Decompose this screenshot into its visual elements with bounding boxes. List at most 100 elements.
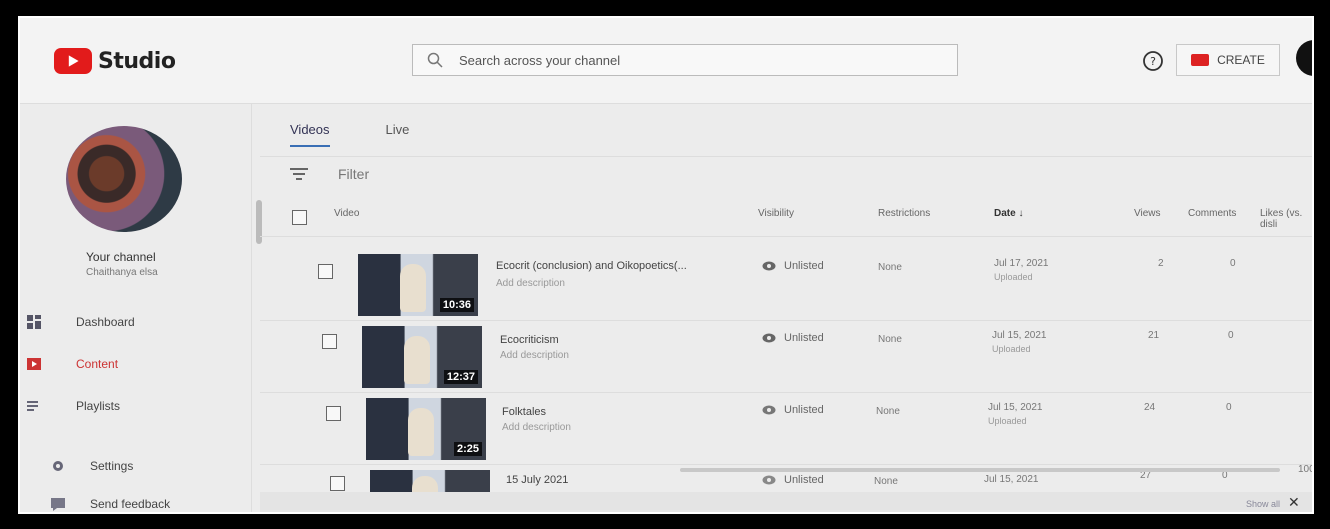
thumbnail-subject <box>412 476 438 492</box>
studio-logo[interactable]: Studio <box>54 48 176 74</box>
video-title[interactable]: Ecocrit (conclusion) and Oikopoetics(... <box>496 260 687 272</box>
video-camera-icon <box>1191 54 1210 66</box>
filter-bar[interactable]: Filter <box>290 166 369 182</box>
restrictions-cell: None <box>874 476 898 487</box>
comments-cell: 0 <box>1226 402 1232 413</box>
account-avatar[interactable] <box>1296 40 1312 76</box>
row-checkbox[interactable] <box>322 334 337 349</box>
date-header-label: Date <box>994 208 1016 219</box>
visibility-cell[interactable]: Unlisted <box>762 332 824 344</box>
sidebar-item-dashboard[interactable]: Dashboard <box>26 314 135 330</box>
create-label: CREATE <box>1217 53 1265 67</box>
playlists-icon <box>27 401 38 411</box>
visibility-cell[interactable]: Unlisted <box>762 404 824 416</box>
search-icon <box>427 52 443 68</box>
eye-icon <box>762 475 776 485</box>
header-divider <box>260 236 1312 237</box>
video-thumbnail[interactable]: 10:36 <box>358 254 478 316</box>
restrictions-cell: None <box>878 334 902 345</box>
video-duration: 10:36 <box>439 298 474 312</box>
row-checkbox[interactable] <box>326 406 341 421</box>
content-panel: Videos Live Filter Video Visibility Rest… <box>260 104 1314 512</box>
settings-icon <box>53 461 63 471</box>
column-header-views[interactable]: Views <box>1134 208 1161 228</box>
row-checkbox[interactable] <box>318 264 333 279</box>
visibility-label: Unlisted <box>784 260 824 272</box>
video-title[interactable]: 15 July 2021 <box>506 474 568 486</box>
help-icon[interactable]: ? <box>1142 50 1164 72</box>
date-cell: Jul 15, 2021 <box>992 330 1047 341</box>
date-cell: Jul 17, 2021 <box>994 258 1049 269</box>
thumbnail-subject <box>408 408 434 456</box>
channel-avatar[interactable] <box>66 126 182 232</box>
column-header-date[interactable]: Date ↓ <box>994 208 1023 228</box>
views-cell: 2 <box>1158 258 1164 269</box>
visibility-cell[interactable]: Unlisted <box>762 260 824 272</box>
video-thumbnail[interactable] <box>370 470 490 492</box>
column-header-visibility[interactable]: Visibility <box>758 208 794 228</box>
video-description[interactable]: Add description <box>502 422 571 433</box>
video-description[interactable]: Add description <box>496 278 565 289</box>
column-header-video[interactable]: Video <box>334 208 359 228</box>
upload-status: Uploaded <box>988 416 1027 426</box>
sidebar-item-send-feedback[interactable]: Send feedback <box>50 496 170 512</box>
tab-live[interactable]: Live <box>386 122 410 147</box>
top-app-bar: Studio Search across your channel ? CREA… <box>20 18 1312 104</box>
video-title[interactable]: Ecocriticism <box>500 334 559 346</box>
show-all-link[interactable]: Show all <box>1246 499 1280 509</box>
horizontal-scrollbar[interactable] <box>680 468 1280 472</box>
visibility-label: Unlisted <box>784 404 824 416</box>
your-channel-label: Your channel <box>86 250 156 264</box>
sidebar-item-label: Settings <box>90 459 134 473</box>
eye-icon <box>762 405 776 415</box>
sidebar-item-label: Dashboard <box>76 315 135 329</box>
snackbar <box>260 492 1312 512</box>
search-input[interactable]: Search across your channel <box>412 44 958 76</box>
video-duration: 2:25 <box>453 442 482 456</box>
sidebar-item-playlists[interactable]: Playlists <box>26 398 120 414</box>
visibility-label: Unlisted <box>784 332 824 344</box>
restrictions-cell: None <box>878 262 902 273</box>
visibility-label: Unlisted <box>784 474 824 486</box>
create-button[interactable]: CREATE <box>1176 44 1280 76</box>
select-all-checkbox[interactable] <box>292 210 307 225</box>
close-icon[interactable]: ✕ <box>1288 494 1300 511</box>
column-header-restrictions[interactable]: Restrictions <box>878 208 930 228</box>
thumbnail-subject <box>404 336 430 384</box>
upload-status: Uploaded <box>992 344 1031 354</box>
row-divider <box>260 320 1312 321</box>
sidebar-item-content[interactable]: Content <box>26 356 118 372</box>
content-tabs: Videos Live <box>290 122 409 147</box>
comments-cell: 0 <box>1228 330 1234 341</box>
video-thumbnail[interactable]: 2:25 <box>366 398 486 460</box>
video-thumbnail[interactable]: 12:37 <box>362 326 482 388</box>
date-cell: Jul 15, 2021 <box>988 402 1043 413</box>
sort-down-icon: ↓ <box>1018 208 1024 219</box>
sidebar-item-label: Send feedback <box>90 497 171 511</box>
sidebar: Your channel Chaithanya elsa Dashboard C… <box>20 104 252 512</box>
column-header-comments[interactable]: Comments <box>1188 208 1236 228</box>
youtube-logo-icon <box>54 48 92 74</box>
filter-label: Filter <box>338 166 370 182</box>
content-icon <box>27 358 41 370</box>
sidebar-item-label: Content <box>76 357 119 371</box>
views-cell: 21 <box>1148 330 1160 341</box>
video-title[interactable]: Folktales <box>502 406 546 418</box>
feedback-icon <box>51 498 65 511</box>
screen-frame: Studio Search across your channel ? CREA… <box>18 16 1314 514</box>
visibility-cell[interactable]: Unlisted <box>762 474 824 486</box>
row-checkbox[interactable] <box>330 476 345 491</box>
row-divider <box>260 464 1312 465</box>
sidebar-item-settings[interactable]: Settings <box>50 458 133 474</box>
views-cell: 24 <box>1144 402 1156 413</box>
video-description[interactable]: Add description <box>500 350 569 361</box>
svg-text:?: ? <box>1150 55 1156 68</box>
dashboard-icon <box>27 315 41 329</box>
column-header-likes[interactable]: Likes (vs. disli <box>1260 208 1312 230</box>
comments-cell: 0 <box>1230 258 1236 269</box>
tab-videos[interactable]: Videos <box>290 122 330 147</box>
likes-cell: 100 <box>1298 464 1314 475</box>
search-placeholder: Search across your channel <box>459 52 621 68</box>
tabs-divider <box>260 156 1312 157</box>
filter-icon <box>290 168 308 180</box>
